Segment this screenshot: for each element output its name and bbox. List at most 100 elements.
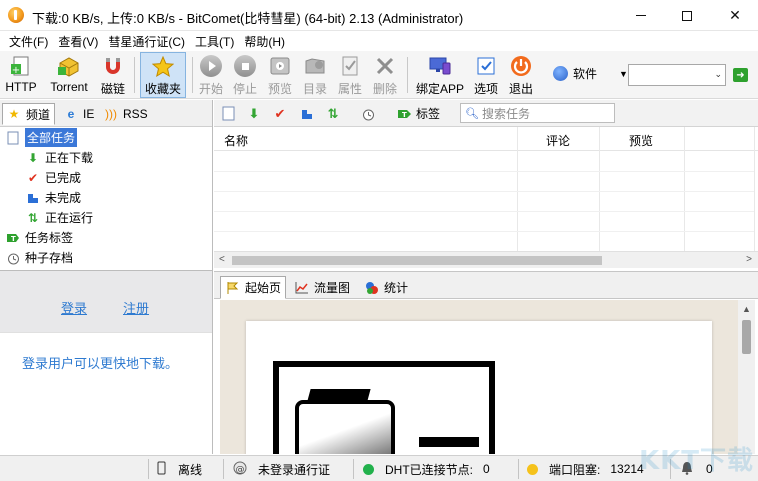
task-search-input[interactable]: 🔍︎ 搜索任务 [460, 103, 615, 123]
tree-item-incomplete[interactable]: 未完成 [26, 188, 81, 207]
http-button[interactable]: + HTTP [4, 52, 38, 98]
menu-tools[interactable]: 工具(T) [190, 33, 239, 50]
checkmark-icon: ✔ [274, 105, 286, 121]
filter-completed-button[interactable]: ✔ [272, 104, 288, 123]
filter-incomplete-button[interactable] [299, 104, 315, 123]
tag-icon: T [396, 106, 412, 122]
tag-icon: T [6, 231, 20, 245]
watermark-logo: KKT下载 [638, 446, 754, 476]
tab-home[interactable]: 起始页 [220, 276, 287, 299]
tags-button[interactable]: T 标签 [396, 104, 440, 123]
status-separator [353, 459, 354, 479]
login-hint: 登录用户可以更快地下载。 [22, 356, 179, 371]
status-separator [518, 459, 519, 479]
up-down-arrows-icon: ⇅ [327, 105, 339, 121]
maximize-button[interactable] [664, 0, 710, 31]
row-divider [214, 191, 754, 192]
tree-item-running[interactable]: ⇅ 正在运行 [26, 208, 93, 227]
port-status[interactable]: 端口阻塞: 13214 [527, 461, 644, 477]
line-chart-icon [294, 280, 309, 295]
stop-button[interactable]: 停止 [231, 52, 259, 98]
toolbar-separator [192, 57, 193, 93]
chevron-down-icon[interactable]: ⌄ [714, 69, 722, 80]
stop-icon [233, 54, 257, 78]
network-status[interactable]: 离线 [157, 461, 202, 477]
tab-channel[interactable]: ★ 频道 [2, 103, 56, 125]
scroll-thumb[interactable] [232, 256, 602, 265]
torrent-button[interactable]: Torrent [44, 52, 94, 98]
login-header: 登录 注册 [0, 271, 212, 333]
horizontal-scrollbar[interactable]: < > [214, 251, 758, 268]
tab-traffic[interactable]: 流量图 [290, 276, 354, 299]
software-menu[interactable]: 软件 ▼ [553, 65, 628, 82]
login-link[interactable]: 登录 [61, 298, 87, 317]
preview-button[interactable]: 预览 [266, 52, 294, 98]
7zip-logo-z [419, 437, 479, 447]
scroll-up-icon[interactable]: ▲ [742, 304, 751, 314]
filter-archive-button[interactable] [360, 104, 376, 123]
task-list: 名称 评论 预览 < > [214, 127, 758, 269]
status-bar: 离线 @ 未登录通行证 DHT已连接节点: 0 端口阻塞: 13214 0 KK… [0, 446, 758, 481]
scroll-left-icon[interactable]: < [219, 254, 225, 265]
minimize-button[interactable] [618, 0, 664, 31]
scroll-right-icon[interactable]: > [746, 254, 752, 265]
bind-app-button[interactable]: 绑定APP [414, 52, 466, 98]
menu-passport[interactable]: 彗星通行证(C) [103, 33, 190, 50]
svg-text:T: T [402, 111, 407, 119]
delete-button[interactable]: 删除 [370, 52, 400, 98]
svg-text:+: + [12, 65, 20, 76]
filter-running-button[interactable]: ⇅ [325, 104, 341, 123]
column-comment[interactable]: 评论 [546, 132, 570, 149]
up-down-arrows-icon: ⇅ [27, 210, 39, 225]
directory-button[interactable]: 目录 [301, 52, 329, 98]
stats-icon [364, 280, 379, 295]
column-name[interactable]: 名称 [224, 132, 248, 149]
tree-item-torrent-archive[interactable]: 种子存档 [6, 248, 73, 267]
svg-text:@: @ [236, 465, 245, 475]
vertical-scrollbar[interactable]: ▲ [738, 300, 755, 454]
passport-icon: @ [233, 461, 247, 478]
incomplete-icon [26, 191, 40, 205]
login-panel: 登录 注册 登录用户可以更快地下载。 [0, 270, 213, 454]
url-combo-input[interactable]: ⌄ [628, 64, 726, 86]
tab-ie[interactable]: e IE [60, 103, 98, 125]
options-button[interactable]: 选项 [471, 52, 501, 98]
tree-item-completed[interactable]: ✔ 已完成 [26, 168, 81, 187]
delete-x-icon [373, 54, 397, 78]
column-divider [684, 127, 685, 251]
column-preview[interactable]: 预览 [629, 132, 653, 149]
channel-panel: ★ 频道 e IE ))) RSS 全部任务 ⬇ 正在下载 ✔ 已完成 未完成 [0, 100, 213, 270]
scroll-thumb[interactable] [742, 320, 751, 354]
menu-view[interactable]: 查看(V) [53, 33, 103, 50]
column-divider [599, 127, 600, 251]
exit-button[interactable]: 退出 [506, 52, 536, 98]
tab-rss[interactable]: ))) RSS [100, 103, 152, 125]
incomplete-icon [299, 106, 315, 122]
properties-button[interactable]: 属性 [336, 52, 364, 98]
filter-downloading-button[interactable]: ⬇ [246, 104, 262, 123]
register-link[interactable]: 注册 [123, 298, 149, 317]
favorites-button[interactable]: 收藏夹 [140, 52, 186, 98]
close-button[interactable]: ✕ [712, 0, 758, 31]
dht-status-dot-icon [363, 463, 374, 475]
start-page-card [246, 321, 712, 454]
start-page-view [220, 300, 738, 454]
tree-item-all-tasks[interactable]: 全部任务 [6, 128, 78, 147]
phone-icon [157, 461, 166, 478]
dht-status[interactable]: DHT已连接节点: 0 [363, 461, 490, 477]
preview-icon [268, 54, 292, 78]
tree-item-downloading[interactable]: ⬇ 正在下载 [26, 148, 93, 167]
svg-text:T: T [11, 235, 16, 243]
go-button[interactable]: ➜ [733, 68, 748, 82]
magnet-button[interactable]: 磁链 [98, 52, 128, 98]
menu-file[interactable]: 文件(F) [4, 33, 53, 50]
menu-help[interactable]: 帮助(H) [239, 33, 290, 50]
tree-item-task-tags[interactable]: T 任务标签 [6, 228, 73, 247]
info-tabs: 起始页 流量图 统计 [214, 271, 758, 299]
start-button[interactable]: 开始 [197, 52, 225, 98]
folder-icon [303, 54, 327, 78]
passport-status[interactable]: @ 未登录通行证 [233, 461, 330, 477]
all-tasks-view-button[interactable] [220, 104, 236, 123]
tab-stats[interactable]: 统计 [360, 276, 412, 299]
star-icon [151, 55, 175, 78]
